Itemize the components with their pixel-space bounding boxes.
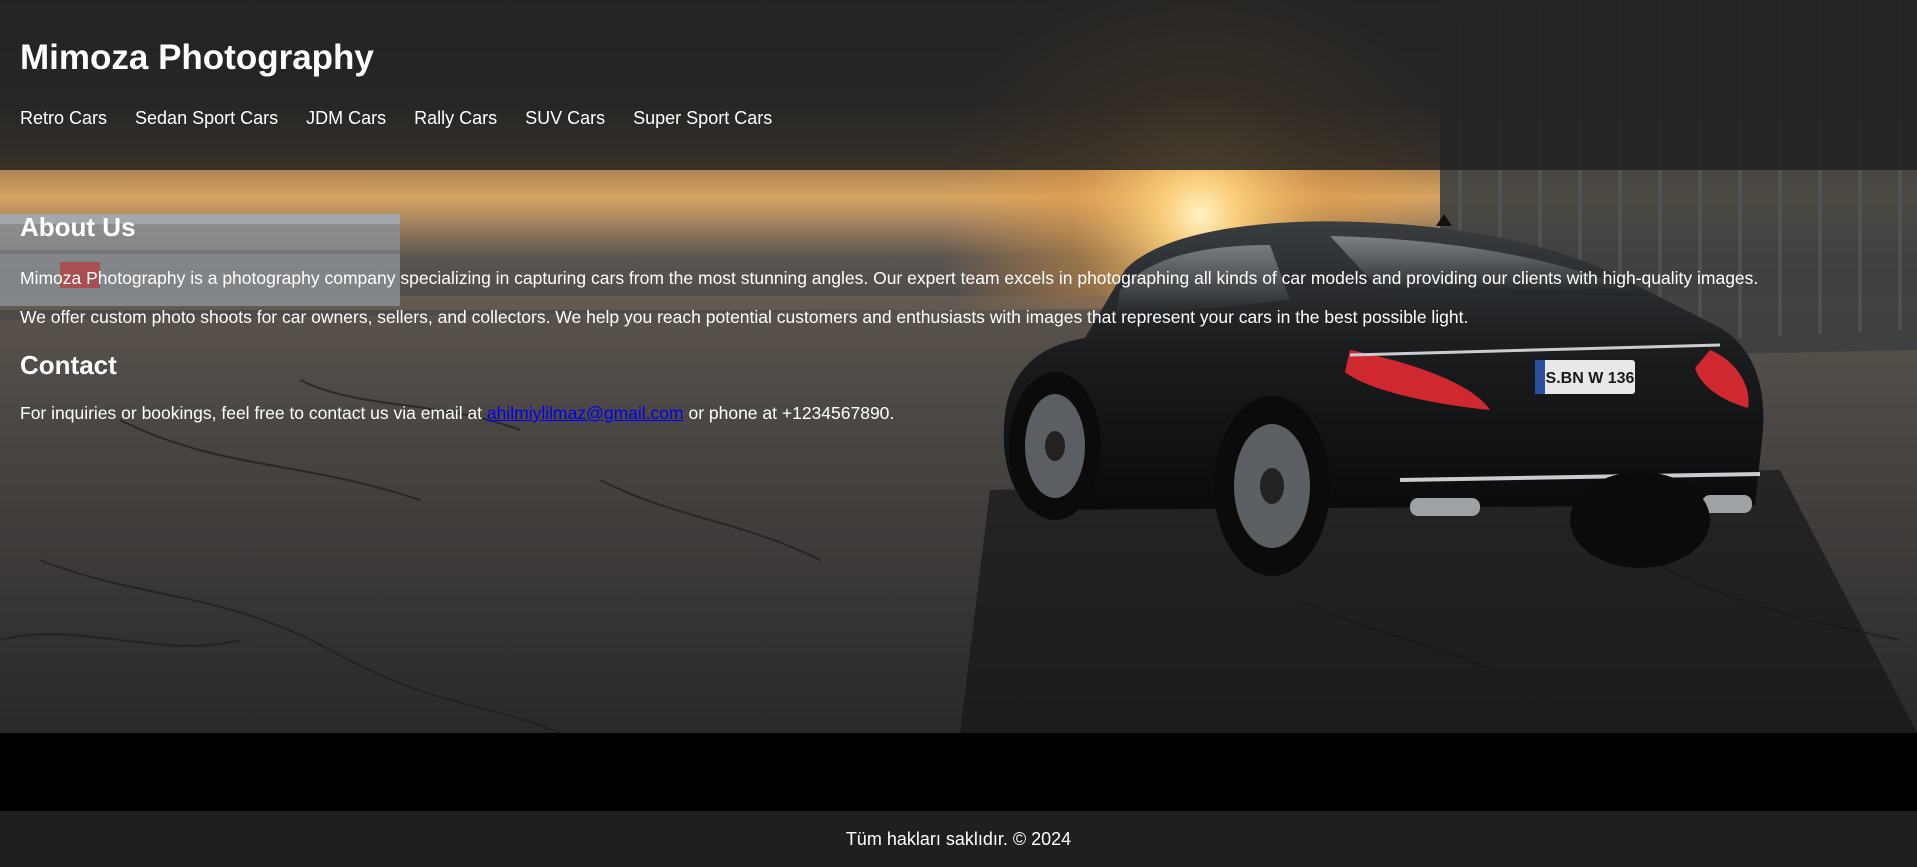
nav-link-suv-cars[interactable]: SUV Cars xyxy=(525,109,605,127)
license-plate-text: S.BN W 136 xyxy=(1546,370,1635,387)
about-paragraph-1: Mimoza Photography is a photography comp… xyxy=(20,268,1759,288)
rear-wheel xyxy=(1214,396,1330,576)
nav-link-retro-cars[interactable]: Retro Cars xyxy=(20,109,107,127)
contact-text-after: or phone at +1234567890. xyxy=(683,403,895,423)
about-heading: About Us xyxy=(20,212,136,242)
contact-paragraph: For inquiries or bookings, feel free to … xyxy=(20,403,895,423)
site-header: Mimoza Photography Retro Cars Sedan Spor… xyxy=(0,0,1917,170)
black-band xyxy=(0,733,1917,811)
footer-copyright: Tüm hakları saklıdır. © 2024 xyxy=(845,828,1072,849)
nav-link-super-sport-cars[interactable]: Super Sport Cars xyxy=(633,109,772,127)
nav-link-sedan-sport-cars[interactable]: Sedan Sport Cars xyxy=(135,109,278,127)
contact-heading: Contact xyxy=(20,350,117,380)
page: S.BN W 136 Mimoza Photography Retro Cars… xyxy=(0,0,1917,867)
main-nav: Retro Cars Sedan Sport Cars JDM Cars Ral… xyxy=(20,109,800,127)
contact-text-before: For inquiries or bookings, feel free to … xyxy=(20,403,487,423)
contact-email-link[interactable]: ahilmiylilmaz@gmail.com xyxy=(487,403,684,423)
nav-link-rally-cars[interactable]: Rally Cars xyxy=(414,109,497,127)
about-paragraph-2: We offer custom photo shoots for car own… xyxy=(20,307,1469,327)
front-wheel xyxy=(1009,372,1101,520)
site-title: Mimoza Photography xyxy=(20,38,374,77)
site-footer: Tüm hakları saklıdır. © 2024 xyxy=(0,811,1917,867)
nav-link-jdm-cars[interactable]: JDM Cars xyxy=(306,109,386,127)
